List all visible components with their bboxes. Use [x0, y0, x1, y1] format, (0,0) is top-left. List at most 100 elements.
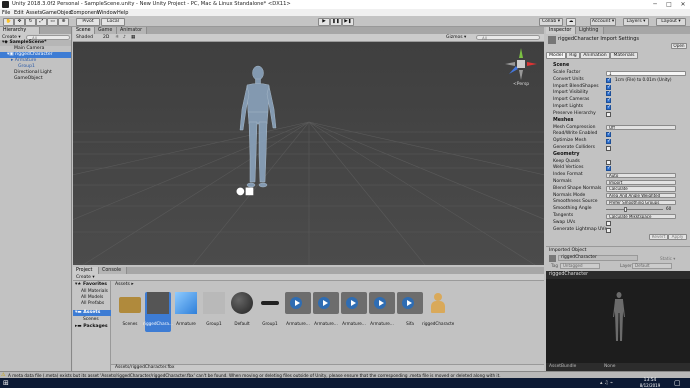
lightmap-uvs-checkbox[interactable] [606, 227, 611, 233]
tab-game[interactable]: Game [95, 27, 117, 34]
asset-item-anim-4[interactable] [369, 292, 395, 314]
asset-item-anim-5[interactable] [397, 292, 423, 314]
gizmos-dropdown[interactable]: Gizmos ▾ [446, 35, 466, 40]
persp-label[interactable]: <Persp [513, 82, 529, 87]
account-button[interactable]: Account ▾ [590, 17, 616, 26]
fav-item-models[interactable]: All Models [81, 295, 103, 300]
layer-dropdown[interactable]: Default [632, 263, 672, 269]
preserve-hierarchy-checkbox[interactable] [606, 111, 611, 117]
asset-item-anim-2[interactable] [313, 292, 339, 314]
import-lights-checkbox[interactable] [606, 104, 611, 111]
assets-root-item[interactable]: ▾▬ Assets [73, 310, 111, 316]
import-blendshapes-checkbox[interactable] [606, 84, 611, 90]
swap-uvs-checkbox[interactable] [606, 220, 611, 226]
asset-item-armature[interactable]: Armature [173, 292, 199, 332]
pivot-toggle[interactable]: Pivot [76, 17, 100, 26]
local-toggle[interactable]: Local [101, 17, 125, 26]
play-button[interactable]: ▶ [318, 17, 330, 26]
transform-tool-button[interactable]: ⊕ [58, 17, 69, 26]
subtab-rig[interactable]: Rig [566, 52, 580, 59]
tab-hierarchy[interactable]: Hierarchy [0, 27, 40, 34]
weld-vertices-checkbox[interactable] [606, 165, 611, 172]
smoothing-angle-value[interactable]: 60 [666, 206, 671, 213]
tangents-dropdown[interactable]: Calculate Mikktspace [606, 213, 676, 219]
menu-component[interactable]: Component [70, 10, 99, 16]
collab-button[interactable]: Collab ▾ [539, 17, 563, 26]
keep-quads-checkbox[interactable] [606, 159, 611, 165]
close-button[interactable]: ✕ [676, 0, 690, 9]
menu-window[interactable]: Window [97, 10, 117, 16]
maximize-button[interactable]: □ [662, 0, 676, 9]
hand-tool-button[interactable]: ✋ [3, 17, 14, 26]
layout-button[interactable]: Layout ▾ [656, 17, 686, 26]
generate-colliders-checkbox[interactable] [606, 145, 611, 151]
favorites-header[interactable]: ▾★ Favorites [75, 282, 107, 287]
normals-dropdown[interactable]: Import [606, 179, 676, 185]
scale-factor-input[interactable]: 1 [606, 70, 686, 76]
preview-character-model[interactable] [612, 291, 626, 343]
scene-viewport[interactable]: ●■ <Persp [73, 42, 544, 265]
blend-normals-dropdown[interactable]: Calculate [606, 186, 676, 192]
tray-icons[interactable]: ▴ ♫ ⌁ [600, 380, 628, 386]
asset-item-default[interactable]: Default [229, 292, 255, 332]
import-visibility-checkbox[interactable] [606, 90, 611, 97]
fav-item-materials[interactable]: All Materials [81, 289, 108, 294]
apply-button[interactable]: Apply [668, 234, 687, 240]
camera-gizmo-icon[interactable]: ●■ [236, 187, 254, 197]
notification-icon[interactable]: ▢ [674, 379, 681, 387]
step-button[interactable]: ▶❚ [342, 17, 354, 26]
normals-mode-dropdown[interactable]: Area And Angle Weighted [606, 193, 676, 199]
index-format-dropdown[interactable]: Auto [606, 172, 676, 179]
tab-animator[interactable]: Animator [117, 27, 147, 34]
menu-assets[interactable]: Assets [26, 10, 42, 16]
tab-scene[interactable]: Scene [73, 27, 95, 34]
asset-item-riggedcharacter[interactable]: riggedChara... [143, 292, 173, 332]
windows-start-icon[interactable]: ⊞ [3, 379, 9, 387]
tab-console[interactable]: Console [99, 267, 127, 274]
rotate-tool-button[interactable]: ↻ [25, 17, 36, 26]
smoothing-slider-handle[interactable] [624, 207, 627, 213]
lighting-toggle-icon[interactable]: ☼ [115, 35, 119, 40]
tab-inspector[interactable]: Inspector [546, 27, 576, 34]
smoothness-dropdown[interactable]: Prefer Smoothing Groups [606, 200, 676, 206]
tab-lighting[interactable]: Lighting [576, 27, 604, 34]
subtab-materials[interactable]: Materials [610, 52, 638, 59]
assetbundle-dropdown[interactable]: None [604, 363, 615, 371]
packages-item[interactable]: ▸▬ Packages [75, 324, 108, 329]
asset-item-avatar[interactable]: riggedCharacter [422, 292, 454, 332]
menu-edit[interactable]: Edit [14, 10, 24, 16]
menu-file[interactable]: File [2, 10, 10, 16]
cloud-button[interactable]: ☁ [566, 17, 576, 26]
scene-search-input[interactable]: All [476, 35, 540, 41]
minimize-button[interactable]: ─ [648, 0, 662, 9]
menu-gameobject[interactable]: GameObject [42, 10, 73, 16]
status-bar[interactable]: ⚠ A meta data file (.meta) exists but it… [0, 371, 690, 378]
open-button[interactable]: Open [671, 43, 687, 49]
scale-tool-button[interactable]: ⤢ [36, 17, 47, 26]
revert-button[interactable]: Revert [649, 234, 668, 240]
audio-toggle-icon[interactable]: ♪ [123, 35, 126, 40]
static-dropdown[interactable]: Static ▾ [660, 256, 675, 261]
convert-units-checkbox[interactable] [606, 77, 611, 84]
tag-dropdown[interactable]: Untagged [560, 263, 600, 269]
menu-help[interactable]: Help [117, 10, 128, 16]
move-tool-button[interactable]: ✥ [14, 17, 25, 26]
read-write-checkbox[interactable] [606, 131, 611, 138]
project-create-button[interactable]: Create ▾ [76, 275, 95, 280]
optimize-mesh-checkbox[interactable] [606, 138, 611, 145]
breadcrumb[interactable]: Assets ▸ [115, 282, 134, 287]
asset-item-anim-1[interactable] [285, 292, 311, 314]
2d-toggle[interactable]: 2D [103, 35, 109, 40]
character-model[interactable] [235, 64, 280, 189]
effects-toggle-icon[interactable]: ▦ [131, 35, 135, 40]
subtab-model[interactable]: Model [546, 52, 566, 59]
mesh-compression-dropdown[interactable]: Off [606, 125, 676, 131]
rect-tool-button[interactable]: ▭ [47, 17, 58, 26]
asset-item-scenes[interactable]: Scenes [117, 292, 143, 332]
smoothing-slider-track[interactable] [606, 209, 663, 211]
orientation-gizmo-icon[interactable] [503, 46, 539, 82]
asset-item-group1-mesh[interactable]: Group1 [257, 292, 283, 332]
import-cameras-checkbox[interactable] [606, 97, 611, 104]
tree-folder-scenes[interactable]: Scenes [83, 317, 99, 322]
pause-button[interactable]: ❚❚ [330, 17, 342, 26]
